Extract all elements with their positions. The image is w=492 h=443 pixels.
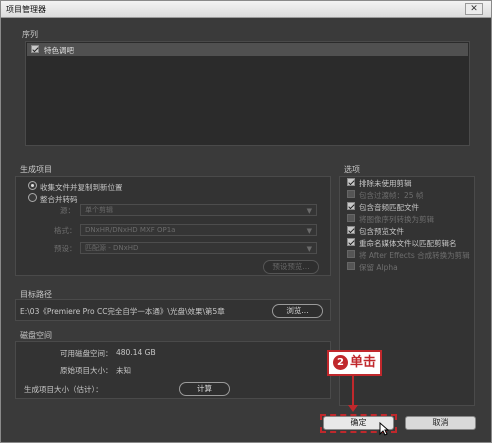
preset-label: 预设： (54, 244, 77, 253)
project-manager-dialog: 项目管理器 ✕ 序列 特色调吧 生成项目 收集文件并复制到新位置 整合并转码 源… (0, 0, 492, 443)
preset-value: 匹配源 - DNxHD (85, 244, 139, 252)
cancel-button[interactable]: 取消 (405, 416, 476, 430)
step-text: 单击 (350, 355, 377, 370)
include-audio-conform-checkbox[interactable] (347, 202, 355, 210)
exclude-unused-checkbox[interactable] (347, 178, 355, 186)
sequence-list: 特色调吧 (25, 41, 470, 146)
close-button[interactable]: ✕ (465, 3, 483, 15)
destination-path: E:\03《Premiere Pro CC完全自学一本通》\光盘\效果\第5章 (20, 307, 225, 316)
preset-dropdown[interactable]: 匹配源 - DNxHD ▼ (80, 242, 317, 254)
original-size-label: 原始项目大小： (60, 366, 113, 375)
source-dropdown[interactable]: 单个剪辑 ▼ (80, 204, 317, 216)
mouse-cursor-icon (379, 422, 389, 436)
consolidate-radio-label: 整合并转码 (40, 195, 78, 204)
available-space-value: 480.14 GB (116, 348, 156, 357)
sequence-item[interactable]: 特色调吧 (27, 43, 468, 56)
format-value: DNxHR/DNxHD MXF OP1a (85, 226, 176, 234)
step-callout: 2 单击 (327, 350, 382, 376)
option-label: 重命名媒体文件以匹配剪辑名 (359, 239, 457, 248)
format-dropdown[interactable]: DNxHR/DNxHD MXF OP1a ▼ (80, 224, 317, 236)
image-sequence-checkbox[interactable] (347, 214, 355, 222)
close-icon: ✕ (470, 4, 478, 14)
consolidate-radio[interactable] (28, 193, 37, 202)
generated-size-label: 生成项目大小（估计）： (24, 385, 103, 394)
chevron-down-icon: ▼ (306, 227, 312, 235)
collect-radio-label: 收集文件并复制到新位置 (40, 183, 123, 192)
callout-arrowhead (348, 405, 358, 412)
sequence-label: 序列 (22, 30, 38, 39)
option-label: 将图像序列转换为剪辑 (359, 215, 434, 224)
destination-panel: E:\03《Premiere Pro CC完全自学一本通》\光盘\效果\第5章 … (15, 299, 331, 321)
handles-checkbox[interactable] (347, 190, 355, 198)
original-size-value: 未知 (116, 366, 131, 375)
option-label: 包含预览文件 (359, 227, 404, 236)
disk-space-label: 磁盘空间 (20, 331, 52, 340)
sequence-item-checkbox[interactable] (31, 45, 39, 53)
title-bar: 项目管理器 ✕ (1, 1, 491, 18)
format-label: 格式： (54, 226, 77, 235)
include-preview-checkbox[interactable] (347, 226, 355, 234)
source-value: 单个剪辑 (85, 206, 113, 214)
options-label: 选项 (344, 165, 360, 174)
available-space-label: 可用磁盘空间： (60, 349, 113, 358)
rename-media-checkbox[interactable] (347, 238, 355, 246)
step-number: 2 (333, 355, 348, 370)
browse-button[interactable]: 浏览... (272, 304, 323, 318)
convert-ae-checkbox[interactable] (347, 250, 355, 258)
output-label: 生成项目 (20, 165, 52, 174)
chevron-down-icon: ▼ (306, 207, 312, 215)
option-label: 包含过渡帧：25 帧 (359, 191, 424, 200)
source-label: 源： (60, 206, 75, 215)
preset-preview-button[interactable]: 预设预览... (263, 260, 319, 274)
collect-radio[interactable] (28, 181, 37, 190)
option-label: 包含音频匹配文件 (359, 203, 419, 212)
option-label: 保留 Alpha (359, 263, 398, 272)
option-label: 排除未使用剪辑 (359, 179, 412, 188)
callout-arrow (352, 376, 354, 408)
calculate-button[interactable]: 计算 (179, 382, 230, 396)
option-label: 将 After Effects 合成转换为剪辑 (359, 251, 470, 260)
sequence-item-label: 特色调吧 (44, 46, 74, 55)
disk-space-panel: 可用磁盘空间： 480.14 GB 原始项目大小： 未知 生成项目大小（估计）：… (15, 341, 331, 399)
preserve-alpha-checkbox[interactable] (347, 262, 355, 270)
dialog-title: 项目管理器 (6, 5, 46, 14)
chevron-down-icon: ▼ (306, 245, 312, 253)
output-panel: 收集文件并复制到新位置 整合并转码 源： 单个剪辑 ▼ 格式： DNxHR/DN… (15, 176, 331, 276)
